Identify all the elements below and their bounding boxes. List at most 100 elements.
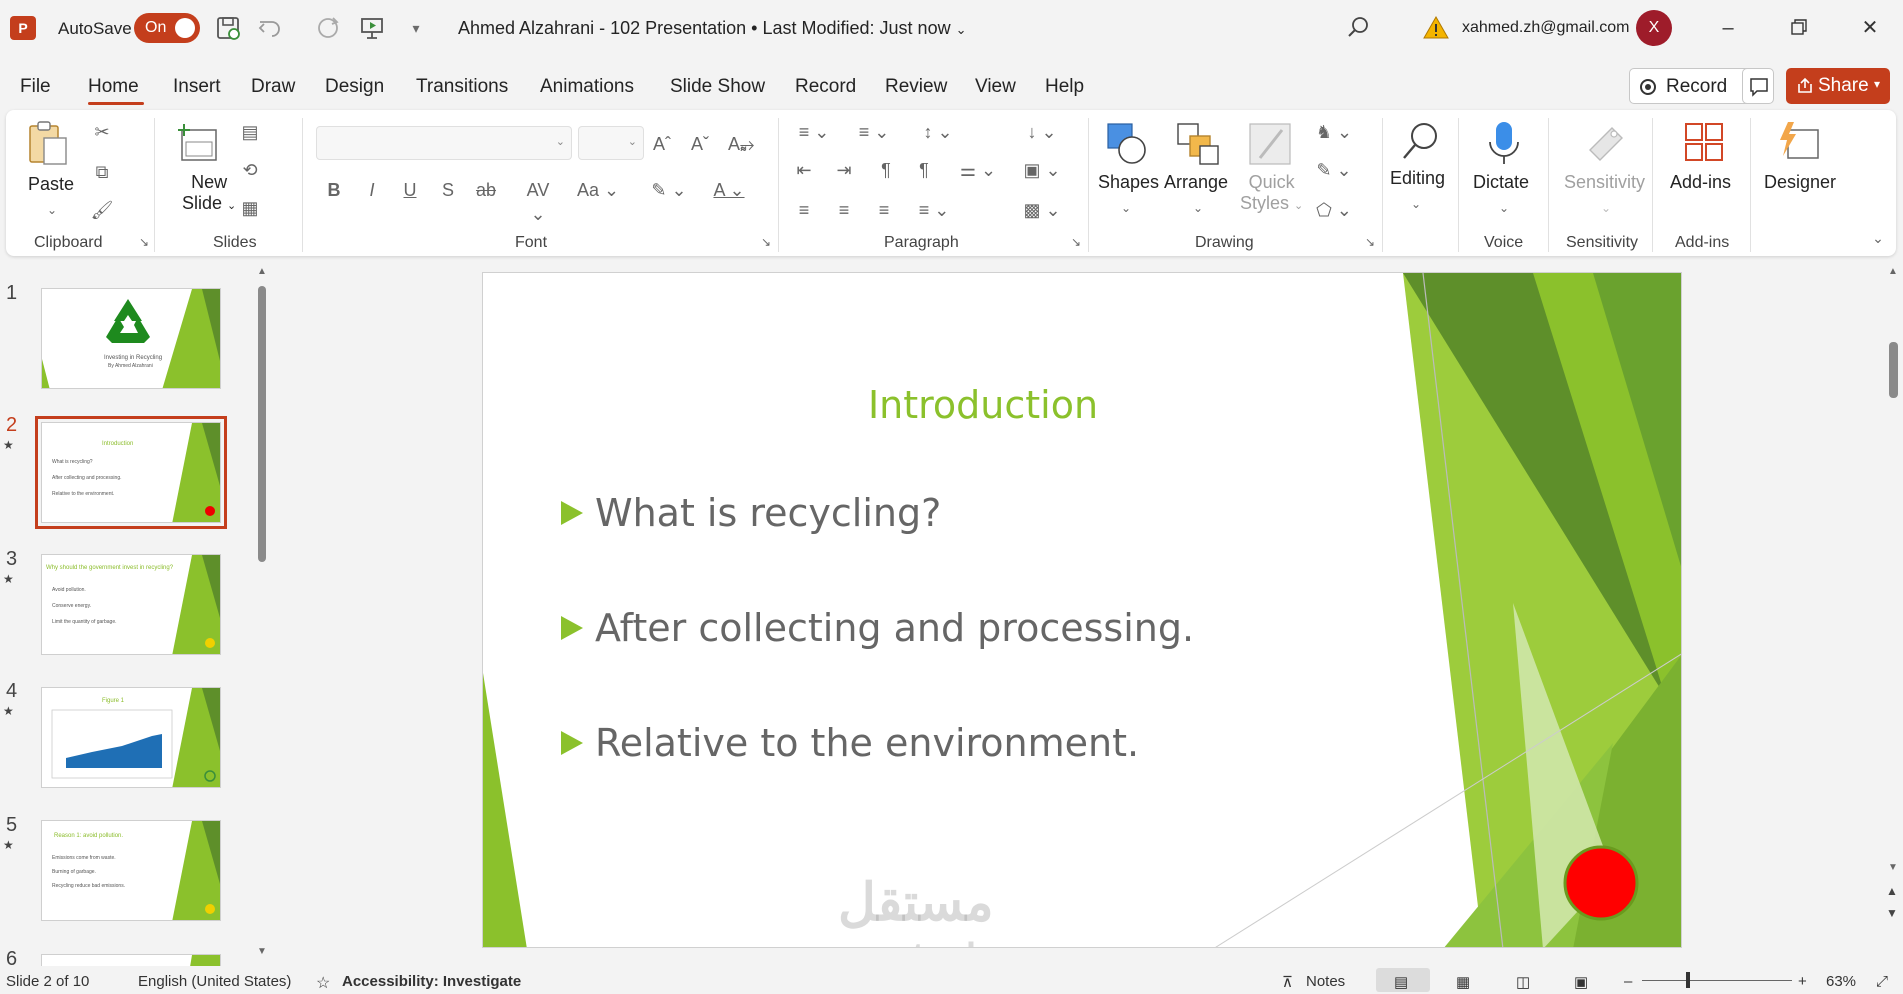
chevron-down-icon[interactable]: ⌄ [1492, 196, 1516, 220]
reset-icon[interactable]: ⟲ [238, 158, 262, 182]
paste-button[interactable]: Paste [28, 174, 74, 195]
reading-view-icon[interactable]: ◫ [1516, 973, 1530, 991]
layout-icon[interactable]: ▤ [238, 120, 262, 144]
shape-outline-icon[interactable]: ✎ ⌄ [1312, 158, 1356, 182]
line-spacing-icon[interactable]: ↕ ⌄ [916, 120, 960, 144]
thumbnail-slide-3[interactable]: Why should the government invest in recy… [41, 554, 221, 655]
thumbnail-scrollbar[interactable]: ▲ ▼ [257, 262, 267, 966]
dialog-launcher-icon[interactable]: ↘ [1362, 234, 1378, 250]
underline-icon[interactable]: U [398, 178, 422, 202]
arrange-icon[interactable] [1174, 120, 1222, 168]
decrease-indent-icon[interactable]: ⇤ [792, 158, 816, 182]
scroll-thumb[interactable] [1889, 342, 1898, 398]
bold-icon[interactable]: B [322, 178, 346, 202]
align-text-icon[interactable]: ▣ ⌄ [1020, 158, 1064, 182]
strikethrough-icon[interactable]: ab [474, 178, 498, 202]
columns-icon[interactable]: ⚌ ⌄ [956, 158, 1000, 182]
italic-icon[interactable]: I [360, 178, 384, 202]
justify-icon[interactable]: ≡ ⌄ [912, 198, 956, 222]
redo-icon[interactable] [314, 14, 342, 42]
text-direction-icon[interactable]: ↓ ⌄ [1020, 120, 1064, 144]
tab-help[interactable]: Help [1045, 76, 1084, 98]
zoom-in-icon[interactable]: + [1798, 973, 1807, 990]
chevron-down-icon[interactable]: ⌄ [1404, 192, 1428, 216]
quick-styles-button[interactable]: Quick Styles ⌄ [1240, 172, 1303, 214]
numbering-icon[interactable]: ≡ ⌄ [852, 120, 896, 144]
chevron-down-icon[interactable]: ⌄ [1114, 196, 1138, 220]
scroll-thumb[interactable] [258, 286, 266, 562]
tab-record[interactable]: Record [795, 76, 856, 98]
font-family-select[interactable]: ⌄ [316, 126, 572, 160]
font-color-icon[interactable]: A ⌄ [706, 178, 752, 202]
comments-button[interactable] [1742, 68, 1774, 104]
chevron-down-icon[interactable]: ⌄ [1186, 196, 1210, 220]
highlight-icon[interactable]: ✎ ⌄ [646, 178, 692, 202]
scroll-up-icon[interactable]: ▲ [257, 266, 267, 277]
save-icon[interactable] [214, 14, 242, 42]
thumbnail-slide-6[interactable] [41, 954, 221, 966]
bullets-icon[interactable]: ≡ ⌄ [792, 120, 836, 144]
copy-icon[interactable]: ⧉ [90, 160, 114, 184]
thumbnail-slide-5[interactable]: Reason 1: avoid pollution. Emissions com… [41, 820, 221, 921]
increase-font-size-icon[interactable]: Aˆ [650, 132, 674, 156]
bullet-item[interactable]: Relative to the environment. [561, 721, 1139, 765]
notes-button[interactable]: Notes [1306, 973, 1345, 990]
sensitivity-button[interactable]: Sensitivity [1564, 172, 1645, 193]
new-slide-button[interactable]: New Slide ⌄ [182, 172, 236, 214]
document-title[interactable]: Ahmed Alzahrani - 102 Presentation • Las… [458, 18, 967, 39]
scroll-down-icon[interactable]: ▼ [1888, 862, 1898, 873]
slideshow-icon[interactable]: ▣ [1574, 973, 1588, 991]
rtl-icon[interactable]: ¶ [912, 158, 936, 182]
thumbnail-slide-2[interactable]: Introduction What is recycling? After co… [35, 416, 227, 529]
zoom-level[interactable]: 63% [1826, 973, 1856, 990]
previous-slide-icon[interactable]: ▲ [1886, 884, 1898, 898]
shapes-button[interactable]: Shapes [1098, 172, 1159, 193]
slide-canvas[interactable]: Introduction What is recycling? After co… [482, 272, 1682, 948]
next-slide-icon[interactable]: ▼ [1886, 906, 1898, 920]
microphone-icon[interactable] [1484, 120, 1524, 168]
sensitivity-icon[interactable] [1584, 120, 1628, 164]
decrease-font-size-icon[interactable]: Aˇ [688, 132, 712, 156]
bullet-item[interactable]: What is recycling? [561, 491, 941, 535]
language-indicator[interactable]: English (United States) [138, 973, 291, 990]
chevron-down-icon[interactable]: ⌄ [1594, 196, 1618, 220]
shadow-icon[interactable]: S [436, 178, 460, 202]
tab-draw[interactable]: Draw [251, 76, 295, 98]
smartart-icon[interactable]: ▩ ⌄ [1020, 198, 1064, 222]
clear-formatting-icon[interactable]: A⥵ [728, 132, 754, 156]
slide-counter[interactable]: Slide 2 of 10 [6, 973, 89, 990]
dialog-launcher-icon[interactable]: ↘ [758, 234, 774, 250]
addins-button[interactable]: Add-ins [1670, 172, 1731, 193]
new-slide-icon[interactable] [176, 122, 220, 164]
share-button[interactable]: Share ▾ [1786, 68, 1890, 104]
tab-insert[interactable]: Insert [173, 76, 221, 98]
tab-view[interactable]: View [975, 76, 1016, 98]
tab-transitions[interactable]: Transitions [416, 76, 508, 98]
scroll-up-icon[interactable]: ▲ [1888, 266, 1898, 277]
thumbnail-slide-1[interactable]: Investing in Recycling By Ahmed Alzahran… [41, 288, 221, 389]
tab-slide-show[interactable]: Slide Show [670, 76, 765, 98]
accessibility-status[interactable]: Accessibility: Investigate [342, 973, 521, 990]
font-size-select[interactable]: ⌄ [578, 126, 644, 160]
bullet-item[interactable]: After collecting and processing. [561, 606, 1194, 650]
zoom-out-icon[interactable]: – [1624, 973, 1632, 990]
arrange-button[interactable]: Arrange [1164, 172, 1228, 193]
editing-button[interactable]: Editing [1390, 168, 1445, 189]
tab-review[interactable]: Review [885, 76, 947, 98]
tab-file[interactable]: File [20, 76, 51, 98]
quick-styles-icon[interactable] [1246, 120, 1294, 168]
character-spacing-icon[interactable]: AV ⌄ [518, 178, 558, 224]
dialog-launcher-icon[interactable]: ↘ [1068, 234, 1084, 250]
undo-icon[interactable] [256, 14, 284, 42]
tab-animations[interactable]: Animations [540, 76, 634, 98]
addins-icon[interactable] [1682, 120, 1726, 164]
slide-sorter-icon[interactable]: ▦ [1456, 973, 1470, 991]
align-center-icon[interactable]: ≡ [832, 198, 856, 222]
designer-button[interactable]: Designer [1764, 172, 1836, 193]
search-icon[interactable] [1344, 14, 1372, 42]
minimize-icon[interactable]: – [1704, 12, 1752, 44]
customize-qat-icon[interactable]: ▾ [402, 14, 430, 42]
collapse-ribbon-icon[interactable]: ⌄ [1866, 226, 1890, 250]
user-email[interactable]: xahmed.zh@gmail.com [1462, 19, 1629, 37]
autosave-toggle[interactable]: On [134, 13, 200, 43]
